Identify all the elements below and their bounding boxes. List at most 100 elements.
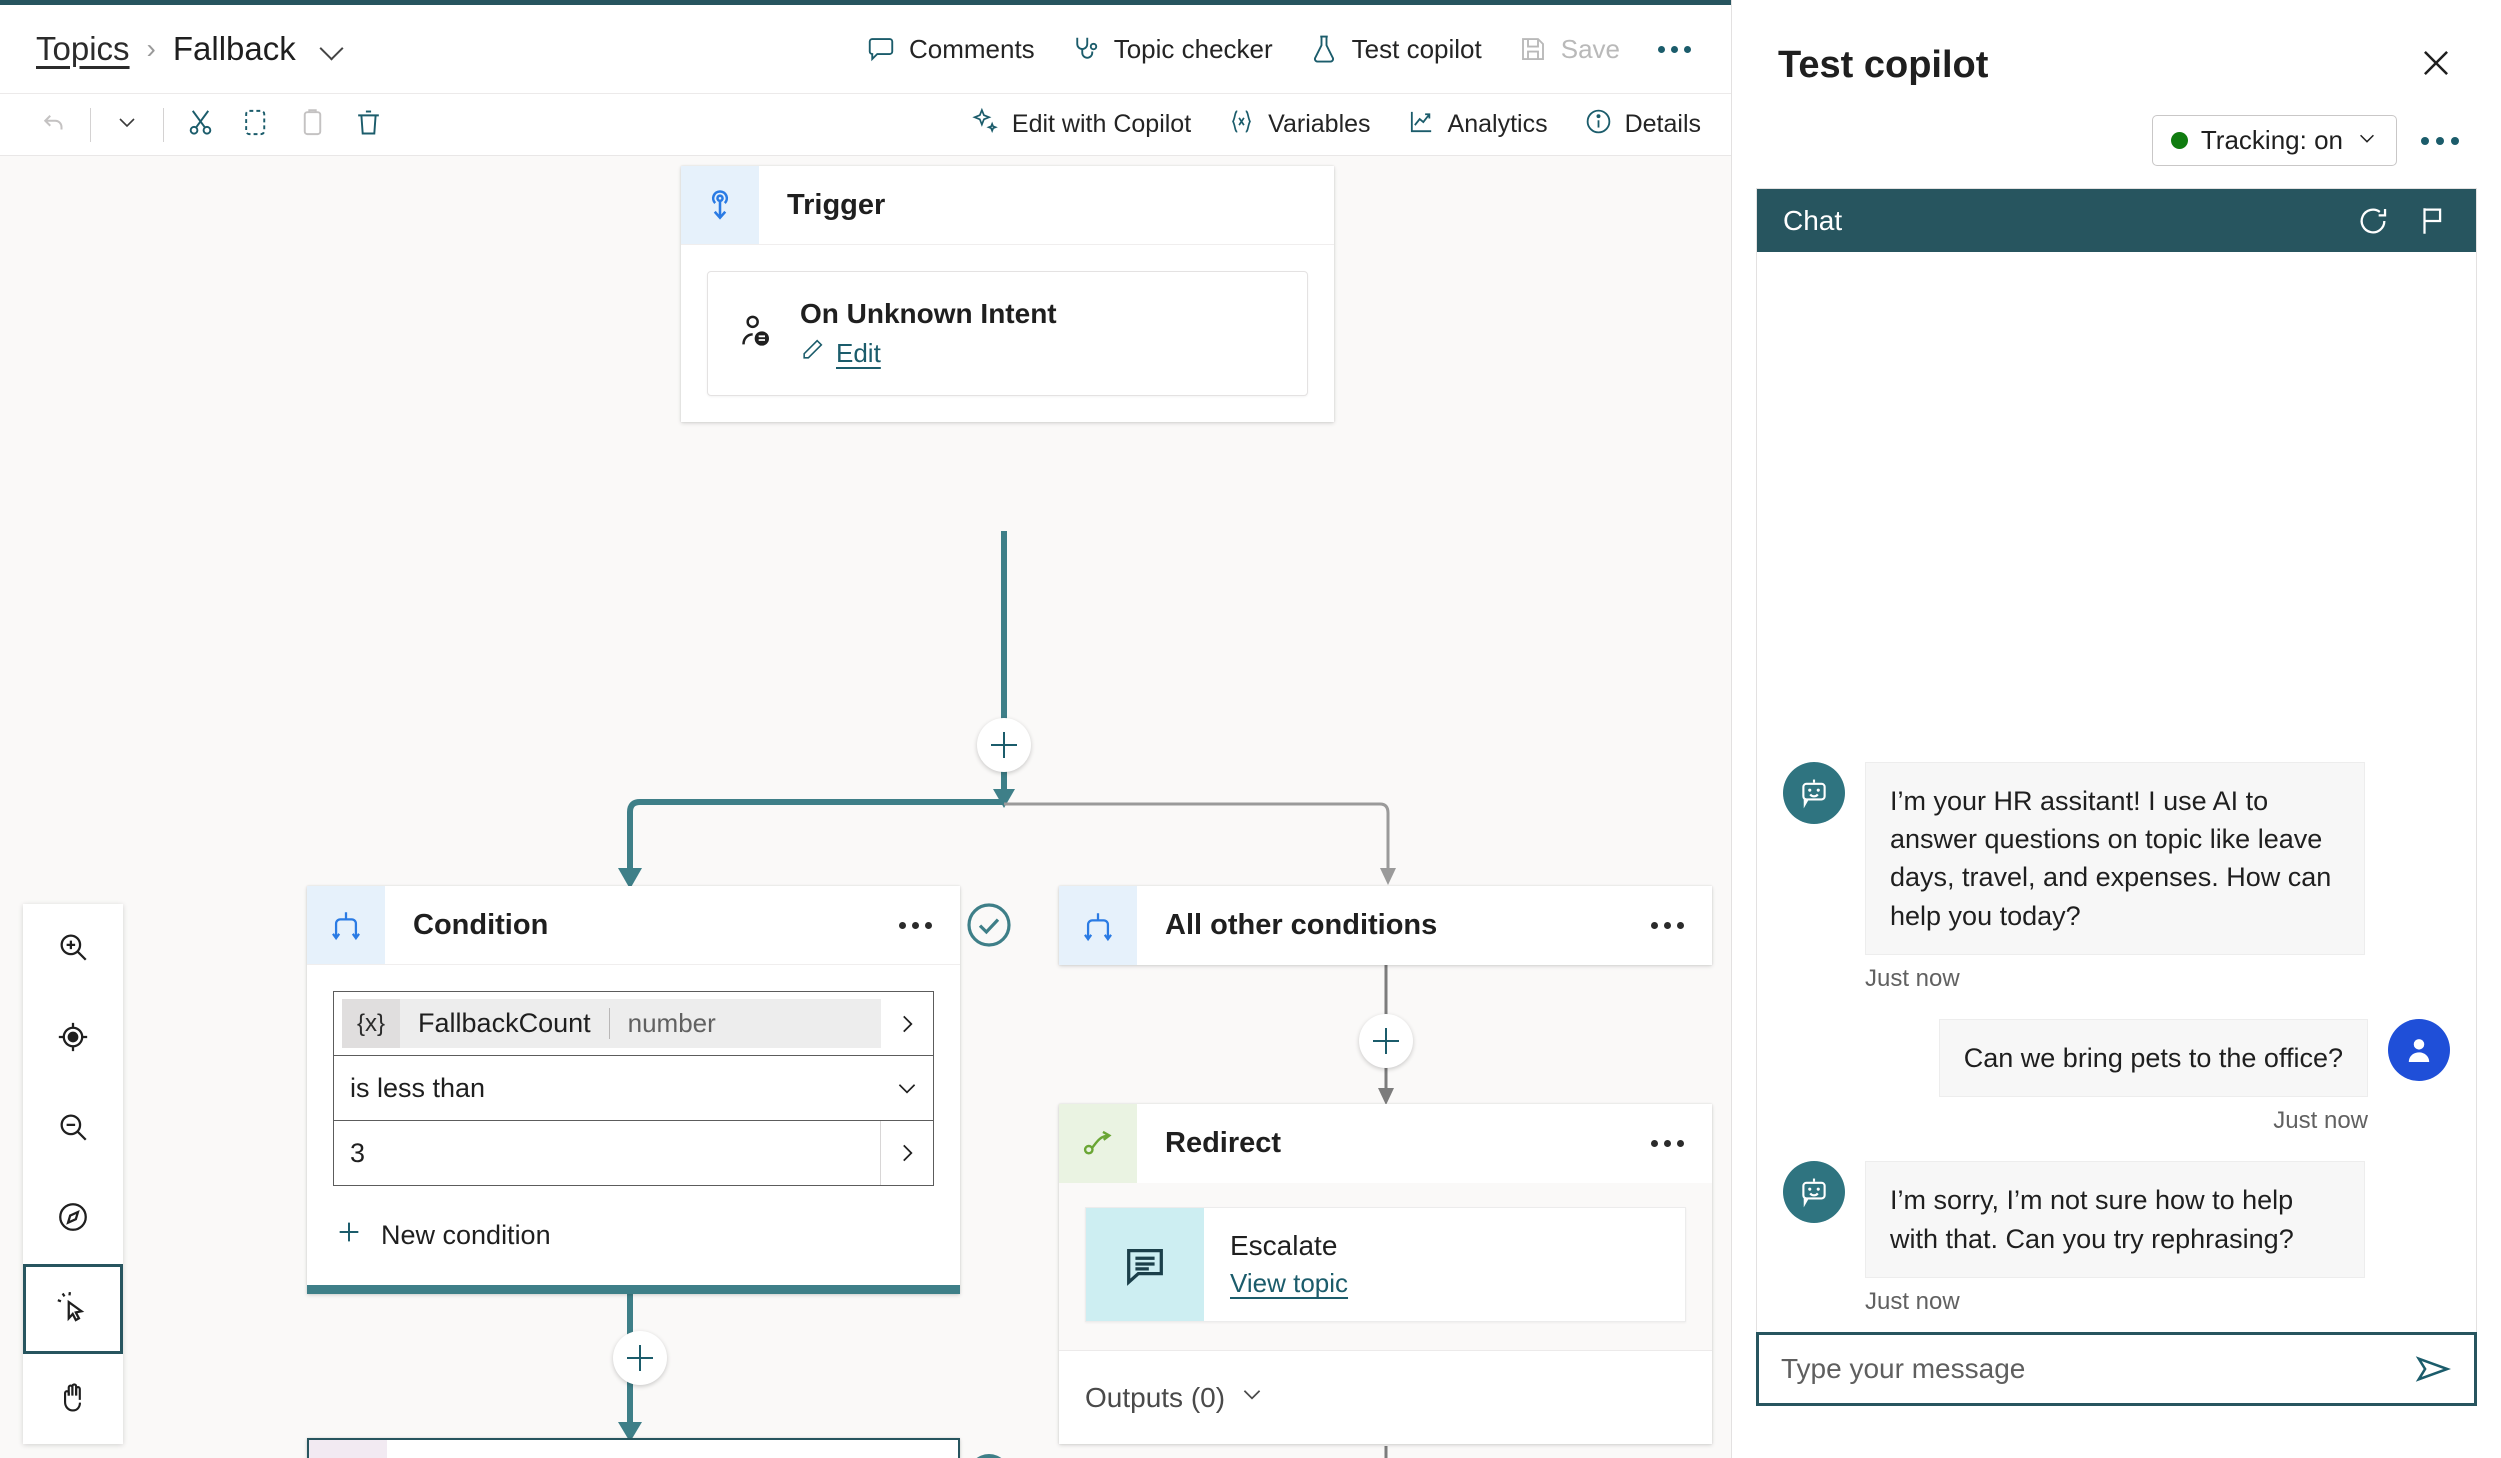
comments-button[interactable]: Comments bbox=[848, 24, 1053, 75]
redirect-node-body: Escalate View topic bbox=[1059, 1183, 1712, 1350]
redirect-more-button[interactable] bbox=[1645, 1130, 1690, 1157]
test-copilot-more-button[interactable] bbox=[2413, 127, 2467, 155]
message-node-title: Message bbox=[387, 1440, 792, 1458]
condition-operator-row[interactable]: is less than bbox=[333, 1056, 934, 1121]
breadcrumb-topics-link[interactable]: Topics bbox=[36, 30, 130, 68]
chevron-right-icon[interactable] bbox=[881, 1140, 933, 1166]
trigger-pin-icon bbox=[681, 166, 759, 244]
toolbar-divider bbox=[90, 107, 91, 142]
sparkle-icon bbox=[971, 107, 1000, 143]
more-dot bbox=[2436, 136, 2444, 145]
chat-label: Chat bbox=[1783, 204, 1843, 236]
condition-more-button[interactable] bbox=[893, 912, 938, 939]
new-condition-label: New condition bbox=[381, 1220, 551, 1250]
edit-with-copilot-button[interactable]: Edit with Copilot bbox=[955, 98, 1207, 152]
undo-dropdown-button[interactable] bbox=[99, 101, 155, 149]
chevron-down-icon bbox=[115, 110, 139, 139]
trigger-node[interactable]: Trigger On Unknown Intent Edit bbox=[681, 166, 1334, 422]
tracking-dropdown[interactable]: Tracking: on bbox=[2151, 115, 2397, 166]
redirect-node[interactable]: Redirect Escalate View topic Outputs (0) bbox=[1059, 1104, 1712, 1444]
all-other-conditions-node[interactable]: All other conditions bbox=[1059, 886, 1712, 965]
zoom-in-button[interactable] bbox=[23, 904, 123, 994]
paste-button[interactable] bbox=[284, 101, 340, 149]
add-node-button[interactable] bbox=[613, 1331, 667, 1385]
reset-view-button[interactable] bbox=[23, 1174, 123, 1264]
condition-variable-row[interactable]: {x} FallbackCount number bbox=[333, 991, 934, 1056]
chat-messages[interactable]: I’m your HR assitant! I use AI to answer… bbox=[1757, 252, 2476, 1332]
all-other-conditions-more-button[interactable] bbox=[1645, 912, 1690, 939]
message-node[interactable]: Message Text I'm sorry, I'm not sur bbox=[307, 1438, 960, 1458]
message-status-badge bbox=[965, 1451, 1013, 1458]
trigger-node-header: Trigger bbox=[681, 166, 1334, 245]
save-label: Save bbox=[1560, 33, 1620, 64]
chevron-right-icon[interactable] bbox=[881, 1011, 933, 1037]
condition-variable-name: FallbackCount bbox=[418, 1008, 591, 1038]
test-copilot-label: Test copilot bbox=[1351, 33, 1482, 64]
add-node-button[interactable] bbox=[1359, 1014, 1413, 1068]
condition-node[interactable]: Condition {x} FallbackCount number is le… bbox=[307, 886, 960, 1294]
analytics-button[interactable]: Analytics bbox=[1391, 98, 1564, 152]
hand-icon bbox=[56, 1380, 90, 1419]
chart-line-icon bbox=[1407, 107, 1436, 143]
refresh-icon[interactable] bbox=[2356, 204, 2390, 238]
message-bubble-icon bbox=[309, 1440, 387, 1458]
add-node-button[interactable] bbox=[977, 718, 1031, 772]
redirect-target-texts: Escalate View topic bbox=[1204, 1208, 1374, 1321]
redirect-outputs-toggle[interactable]: Outputs (0) bbox=[1059, 1350, 1712, 1444]
topic-canvas[interactable]: Trigger On Unknown Intent Edit Condition… bbox=[0, 156, 1731, 1458]
fit-to-screen-button[interactable] bbox=[23, 994, 123, 1084]
variable-braces-icon bbox=[1227, 107, 1256, 143]
redirect-node-title: Redirect bbox=[1165, 1127, 1282, 1159]
redirect-target-name: Escalate bbox=[1230, 1230, 1338, 1261]
close-icon[interactable] bbox=[2411, 38, 2461, 93]
bot-avatar-icon bbox=[1783, 1161, 1845, 1224]
test-copilot-panel: Test copilot Tracking: on Chat I’m your … bbox=[1731, 0, 2501, 1458]
send-icon[interactable] bbox=[2404, 1344, 2454, 1394]
variables-button[interactable]: Variables bbox=[1211, 98, 1386, 152]
test-copilot-button[interactable]: Test copilot bbox=[1291, 24, 1500, 75]
zoom-out-button[interactable] bbox=[23, 1084, 123, 1174]
chevron-down-icon[interactable] bbox=[881, 1075, 933, 1101]
delete-button[interactable] bbox=[340, 101, 396, 149]
more-dot bbox=[912, 921, 919, 929]
cut-button[interactable] bbox=[172, 101, 228, 149]
editor-toolbar: Edit with Copilot Variables Analytics De… bbox=[0, 94, 1731, 156]
condition-node-header-actions bbox=[893, 886, 960, 964]
details-button[interactable]: Details bbox=[1568, 98, 1717, 152]
view-topic-link[interactable]: View topic bbox=[1230, 1268, 1348, 1299]
trigger-item-name: On Unknown Intent bbox=[800, 298, 1057, 329]
topic-message-icon bbox=[1086, 1208, 1204, 1321]
condition-value-row[interactable]: 3 bbox=[333, 1121, 934, 1186]
chevron-down-icon[interactable] bbox=[320, 36, 346, 62]
header-more-button[interactable] bbox=[1638, 34, 1711, 65]
chat-message-bot: I’m your HR assitant! I use AI to answer… bbox=[1783, 761, 2450, 956]
edit-with-copilot-label: Edit with Copilot bbox=[1011, 110, 1192, 138]
flag-icon[interactable] bbox=[2416, 204, 2450, 238]
trigger-item-card[interactable]: On Unknown Intent Edit bbox=[707, 271, 1308, 396]
chat-input-container[interactable] bbox=[1756, 1332, 2477, 1406]
analytics-label: Analytics bbox=[1447, 110, 1548, 138]
topic-checker-button[interactable]: Topic checker bbox=[1053, 24, 1291, 75]
redirect-target-card[interactable]: Escalate View topic bbox=[1085, 1207, 1686, 1322]
copy-icon bbox=[241, 107, 272, 143]
new-condition-button[interactable]: New condition bbox=[333, 1212, 934, 1259]
save-button[interactable]: Save bbox=[1500, 24, 1638, 75]
undo-button[interactable] bbox=[26, 101, 82, 149]
scissors-icon bbox=[185, 107, 216, 143]
copy-button[interactable] bbox=[228, 101, 284, 149]
condition-node-header: Condition bbox=[307, 886, 960, 965]
chat-input[interactable] bbox=[1781, 1353, 2404, 1385]
message-node-header-actions: Text bbox=[792, 1440, 958, 1458]
trash-icon bbox=[353, 107, 384, 143]
trigger-edit-link[interactable]: Edit bbox=[800, 337, 1057, 369]
more-dot bbox=[1658, 45, 1665, 53]
pan-tool-button[interactable] bbox=[23, 1354, 123, 1444]
more-dot bbox=[1664, 922, 1671, 929]
condition-value: 3 bbox=[350, 1137, 366, 1168]
details-label: Details bbox=[1624, 110, 1701, 138]
select-tool-button[interactable] bbox=[23, 1264, 123, 1354]
user-avatar-icon bbox=[2388, 1019, 2450, 1082]
branch-icon bbox=[307, 886, 385, 964]
toolbar-divider bbox=[163, 107, 164, 142]
more-dot bbox=[1671, 45, 1678, 53]
